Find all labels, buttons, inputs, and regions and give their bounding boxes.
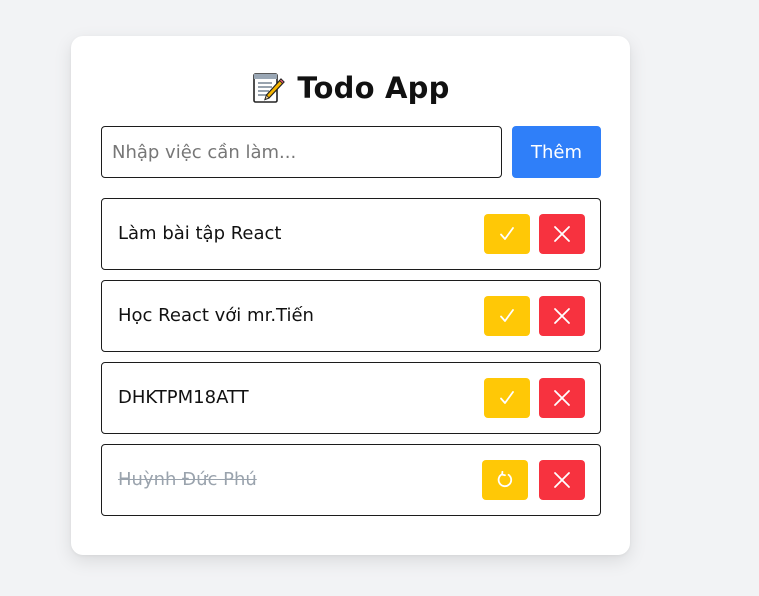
close-icon bbox=[554, 390, 570, 406]
close-icon bbox=[554, 308, 570, 324]
todo-text: DHKTPM18ATT bbox=[118, 387, 249, 408]
close-icon bbox=[554, 226, 570, 242]
undo-button[interactable] bbox=[482, 460, 528, 500]
check-icon bbox=[500, 227, 514, 240]
todo-input[interactable] bbox=[101, 126, 502, 178]
todo-text: Học React với mr.Tiến bbox=[118, 305, 314, 326]
title-row: Todo App bbox=[71, 68, 630, 108]
delete-button[interactable] bbox=[539, 214, 585, 254]
todo-item: Làm bài tập React bbox=[101, 198, 601, 270]
todo-item: Học React với mr.Tiến bbox=[101, 280, 601, 352]
memo-icon bbox=[251, 71, 286, 105]
check-icon bbox=[500, 309, 514, 322]
delete-button[interactable] bbox=[539, 378, 585, 418]
todo-item-completed: Huỳnh Đức Phú bbox=[101, 444, 601, 516]
add-button[interactable]: Thêm bbox=[512, 126, 601, 178]
page-title: Todo App bbox=[297, 71, 450, 105]
todo-list: Làm bài tập React Học React với mr.Tiến bbox=[101, 198, 601, 526]
todo-text: Làm bài tập React bbox=[118, 223, 282, 244]
undo-icon bbox=[497, 471, 513, 488]
todo-item: DHKTPM18ATT bbox=[101, 362, 601, 434]
todo-text: Huỳnh Đức Phú bbox=[118, 469, 257, 490]
delete-button[interactable] bbox=[539, 460, 585, 500]
add-todo-form: Thêm bbox=[101, 126, 601, 178]
close-icon bbox=[554, 472, 570, 488]
check-icon bbox=[500, 391, 514, 404]
complete-button[interactable] bbox=[484, 296, 530, 336]
complete-button[interactable] bbox=[484, 214, 530, 254]
delete-button[interactable] bbox=[539, 296, 585, 336]
todo-card: Todo App Thêm Làm bài tập React Học Reac… bbox=[71, 36, 630, 555]
complete-button[interactable] bbox=[484, 378, 530, 418]
